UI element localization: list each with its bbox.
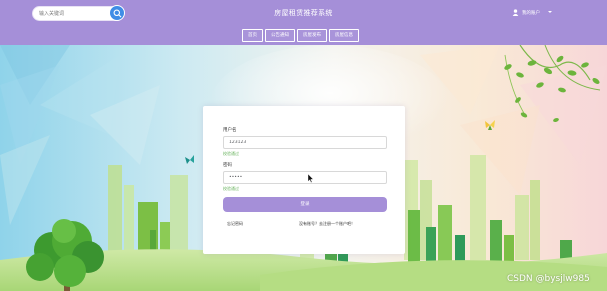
forgot-password-link[interactable]: 忘记密码	[227, 221, 243, 227]
username-hint: 校验通过	[223, 151, 239, 156]
page: 房屋租赁推荐系统 我的账户 首页 公告通知 房屋发布 房屋信息 用户名 校验通过…	[0, 0, 607, 291]
watermark: CSDN @bysjlw985	[507, 274, 590, 284]
top-bar: 房屋租赁推荐系统 我的账户	[0, 0, 607, 27]
password-field[interactable]	[223, 171, 387, 184]
user-icon	[512, 9, 519, 16]
login-button[interactable]: 登录	[223, 197, 387, 212]
nav-item-house-publish[interactable]: 房屋发布	[297, 29, 327, 42]
password-hint: 校验通过	[223, 186, 239, 191]
mouse-cursor-icon	[308, 174, 314, 183]
password-label: 密码	[223, 163, 232, 168]
account-label: 我的账户	[522, 11, 540, 16]
nav-item-home[interactable]: 首页	[242, 29, 263, 42]
register-link[interactable]: 没有账号？去注册一个账户吧！	[299, 221, 355, 227]
main-nav: 首页 公告通知 房屋发布 房屋信息	[242, 29, 359, 42]
nav-item-house-info[interactable]: 房屋信息	[329, 29, 359, 42]
nav-bar: 首页 公告通知 房屋发布 房屋信息	[0, 27, 607, 45]
username-field[interactable]	[223, 136, 387, 149]
login-form: 用户名 校验通过 密码 校验通过 登录 忘记密码 没有账号？去注册一个账户吧！	[203, 106, 405, 254]
chevron-down-icon	[548, 11, 552, 13]
username-label: 用户名	[223, 128, 237, 133]
nav-item-notices[interactable]: 公告通知	[265, 29, 295, 42]
